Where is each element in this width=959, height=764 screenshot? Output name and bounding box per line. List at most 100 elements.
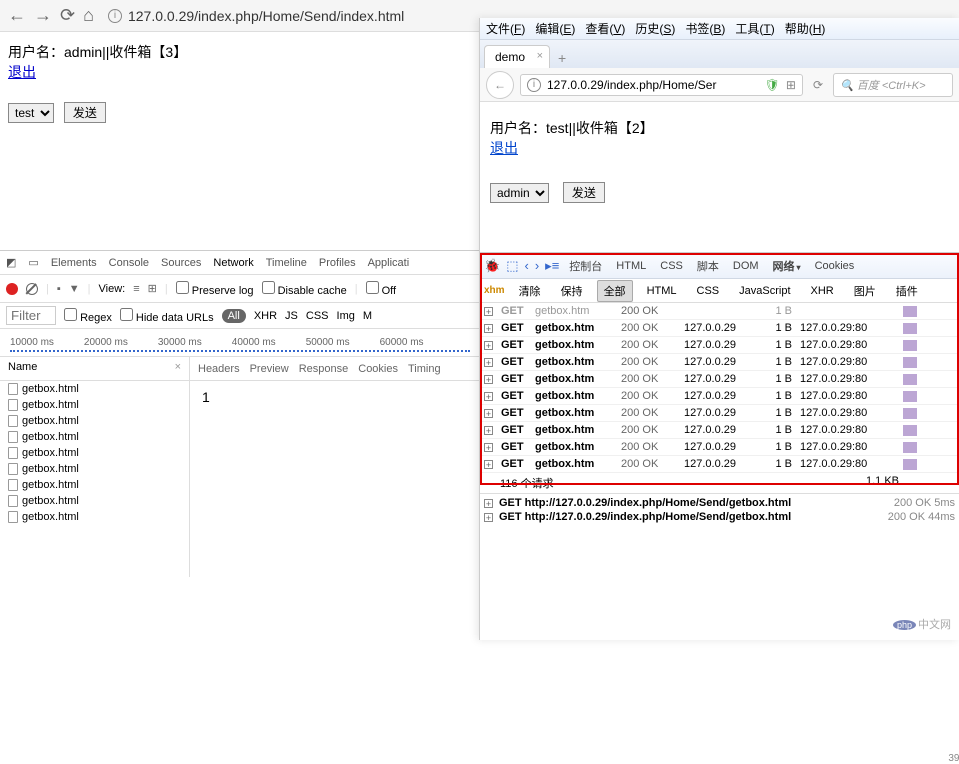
filter-html[interactable]: HTML bbox=[641, 283, 683, 299]
expand-icon[interactable]: + bbox=[484, 460, 493, 469]
bottom-request-row[interactable]: +GET http://127.0.0.29/index.php/Home/Se… bbox=[484, 496, 955, 510]
disable-cache-checkbox[interactable]: Disable cache bbox=[262, 281, 347, 297]
filter-all[interactable]: 全部 bbox=[597, 280, 633, 302]
detail-tab-timing[interactable]: Timing bbox=[408, 363, 441, 375]
tab-application[interactable]: Applicati bbox=[368, 257, 410, 269]
preserve-log-checkbox[interactable]: Preserve log bbox=[176, 281, 254, 297]
firebug-request-row[interactable]: +GETgetbox.htm200 OK127.0.0.291 B127.0.0… bbox=[480, 456, 959, 473]
request-row[interactable]: getbox.html bbox=[0, 493, 189, 509]
firefox-back-button[interactable]: ← bbox=[486, 71, 514, 99]
request-row[interactable]: getbox.html bbox=[0, 461, 189, 477]
expand-icon[interactable]: + bbox=[484, 324, 493, 333]
shield-icon[interactable]: 🛡 bbox=[765, 78, 780, 92]
filter-input[interactable] bbox=[6, 306, 56, 325]
detail-tab-headers[interactable]: Headers bbox=[198, 363, 240, 375]
filter-xhr[interactable]: XHR bbox=[805, 283, 840, 299]
firebug-request-row[interactable]: +GETgetbox.htm200 OK127.0.0.291 B127.0.0… bbox=[480, 371, 959, 388]
qr-icon[interactable]: ⊞ bbox=[786, 78, 796, 92]
filter-js[interactable]: JavaScript bbox=[733, 283, 796, 299]
firebug-tab-dom[interactable]: DOM bbox=[729, 258, 763, 274]
filter-img[interactable]: 图片 bbox=[848, 281, 882, 301]
request-row[interactable]: getbox.html bbox=[0, 509, 189, 525]
menu-item[interactable]: 书签(B) bbox=[685, 20, 725, 37]
expand-icon[interactable]: + bbox=[484, 409, 493, 418]
devtools-timeline[interactable]: 10000 ms 20000 ms 30000 ms 40000 ms 5000… bbox=[0, 329, 480, 357]
request-row[interactable]: getbox.html bbox=[0, 445, 189, 461]
firebug-request-row[interactable]: +GETgetbox.htm200 OK127.0.0.291 B127.0.0… bbox=[480, 439, 959, 456]
filter-js[interactable]: JS bbox=[285, 310, 298, 322]
menu-item[interactable]: 编辑(E) bbox=[535, 20, 575, 37]
expand-icon[interactable]: + bbox=[484, 513, 493, 522]
menu-item[interactable]: 历史(S) bbox=[635, 20, 675, 37]
regex-checkbox[interactable]: Regex bbox=[64, 308, 112, 324]
filter-media[interactable]: M bbox=[363, 310, 372, 322]
reload-button[interactable]: ⟳ bbox=[60, 5, 75, 26]
firefox-tab[interactable]: demo × bbox=[484, 45, 550, 68]
menu-item[interactable]: 工具(T) bbox=[735, 20, 774, 37]
firebug-tab-cookies[interactable]: Cookies bbox=[811, 258, 859, 274]
left-send-button[interactable]: 发送 bbox=[64, 102, 106, 123]
tab-timeline[interactable]: Timeline bbox=[266, 257, 307, 269]
view-list-icon[interactable]: ≡ bbox=[133, 283, 139, 295]
next-icon[interactable]: › bbox=[535, 258, 539, 273]
inspect-icon[interactable]: ⬚ bbox=[506, 258, 518, 274]
request-row[interactable]: getbox.html bbox=[0, 477, 189, 493]
right-user-select[interactable]: admin bbox=[490, 183, 549, 203]
view-frames-icon[interactable]: ⊞ bbox=[148, 282, 157, 295]
name-column-header[interactable]: Name bbox=[8, 361, 37, 376]
close-detail-icon[interactable]: × bbox=[175, 361, 181, 376]
left-user-select[interactable]: test bbox=[8, 103, 54, 123]
close-tab-icon[interactable]: × bbox=[537, 50, 543, 62]
firebug-request-row[interactable]: +GETgetbox.htm200 OK127.0.0.291 B127.0.0… bbox=[480, 320, 959, 337]
filter-img[interactable]: Img bbox=[337, 310, 355, 322]
filter-icon[interactable]: ▼ bbox=[69, 283, 80, 295]
firebug-tab-console[interactable]: 控制台 bbox=[565, 256, 606, 276]
right-send-button[interactable]: 发送 bbox=[563, 182, 605, 203]
new-tab-button[interactable]: + bbox=[552, 48, 572, 68]
console-icon[interactable]: ▸≡ bbox=[545, 258, 559, 274]
request-row[interactable]: getbox.html bbox=[0, 397, 189, 413]
menu-item[interactable]: 文件(F) bbox=[486, 20, 525, 37]
firebug-request-row[interactable]: +GETgetbox.htm200 OK127.0.0.291 B127.0.0… bbox=[480, 422, 959, 439]
filter-all[interactable]: All bbox=[222, 309, 246, 323]
clear-icon[interactable] bbox=[26, 283, 38, 295]
menu-item[interactable]: 查看(V) bbox=[585, 20, 625, 37]
request-row[interactable]: getbox.html bbox=[0, 381, 189, 397]
tab-sources[interactable]: Sources bbox=[161, 257, 201, 269]
back-button[interactable]: ← bbox=[8, 5, 26, 26]
firebug-request-row[interactable]: +GETgetbox.htm200 OK127.0.0.291 B127.0.0… bbox=[480, 388, 959, 405]
firefox-search-box[interactable]: 🔍 百度 <Ctrl+K> bbox=[833, 73, 953, 97]
firebug-icon[interactable]: 🐞 bbox=[484, 258, 500, 274]
firebug-request-row[interactable]: +GETgetbox.htm200 OK127.0.0.291 B127.0.0… bbox=[480, 337, 959, 354]
tab-elements[interactable]: Elements bbox=[51, 257, 97, 269]
home-button[interactable]: ⌂ bbox=[83, 5, 94, 26]
expand-icon[interactable]: + bbox=[484, 392, 493, 401]
left-exit-link[interactable]: 退出 bbox=[8, 64, 36, 80]
detail-tab-response[interactable]: Response bbox=[299, 363, 349, 375]
hide-urls-checkbox[interactable]: Hide data URLs bbox=[120, 308, 214, 324]
offline-checkbox[interactable]: Off bbox=[366, 281, 397, 297]
firebug-tab-network[interactable]: 网络 bbox=[769, 256, 805, 276]
tab-network[interactable]: Network bbox=[213, 257, 253, 269]
device-icon[interactable]: ▭ bbox=[28, 256, 38, 269]
expand-icon[interactable]: + bbox=[484, 426, 493, 435]
filter-css[interactable]: CSS bbox=[691, 283, 726, 299]
filter-clear[interactable]: 清除 bbox=[513, 281, 547, 301]
expand-icon[interactable]: + bbox=[484, 358, 493, 367]
bottom-request-row[interactable]: +GET http://127.0.0.29/index.php/Home/Se… bbox=[484, 510, 955, 524]
tab-console[interactable]: Console bbox=[109, 257, 149, 269]
expand-icon[interactable]: + bbox=[484, 443, 493, 452]
filter-keep[interactable]: 保持 bbox=[555, 281, 589, 301]
menu-item[interactable]: 帮助(H) bbox=[785, 20, 826, 37]
inspect-icon[interactable]: ◩ bbox=[6, 256, 16, 269]
xhm-icon[interactable]: xhm bbox=[484, 285, 505, 296]
firebug-tab-css[interactable]: CSS bbox=[656, 258, 687, 274]
expand-icon[interactable]: + bbox=[484, 375, 493, 384]
filter-css[interactable]: CSS bbox=[306, 310, 329, 322]
request-row[interactable]: getbox.html bbox=[0, 429, 189, 445]
firefox-refresh-button[interactable]: ⟳ bbox=[809, 78, 827, 92]
detail-tab-cookies[interactable]: Cookies bbox=[358, 363, 398, 375]
firebug-tab-script[interactable]: 脚本 bbox=[693, 256, 723, 276]
request-row[interactable]: getbox.html bbox=[0, 413, 189, 429]
firebug-request-row[interactable]: +GETgetbox.htm200 OK127.0.0.291 B127.0.0… bbox=[480, 354, 959, 371]
